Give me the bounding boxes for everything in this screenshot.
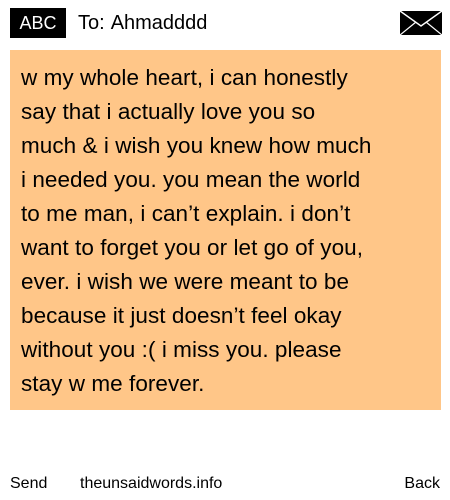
back-button[interactable]: Back xyxy=(404,474,440,494)
site-label: theunsaidwords.info xyxy=(80,475,223,492)
message-header: ABC To: Ahmadddd xyxy=(0,0,450,45)
envelope-icon xyxy=(400,11,442,35)
recipient-prefix: To: xyxy=(78,12,105,34)
message-body[interactable]: w my whole heart, i can honestly say tha… xyxy=(10,50,441,410)
message-text: w my whole heart, i can honestly say tha… xyxy=(21,65,372,396)
send-button[interactable]: Send xyxy=(10,474,47,494)
recipient-name: Ahmadddd xyxy=(110,12,208,34)
input-mode-badge[interactable]: ABC xyxy=(10,8,66,38)
recipient-field[interactable]: To: Ahmadddd xyxy=(78,9,207,37)
